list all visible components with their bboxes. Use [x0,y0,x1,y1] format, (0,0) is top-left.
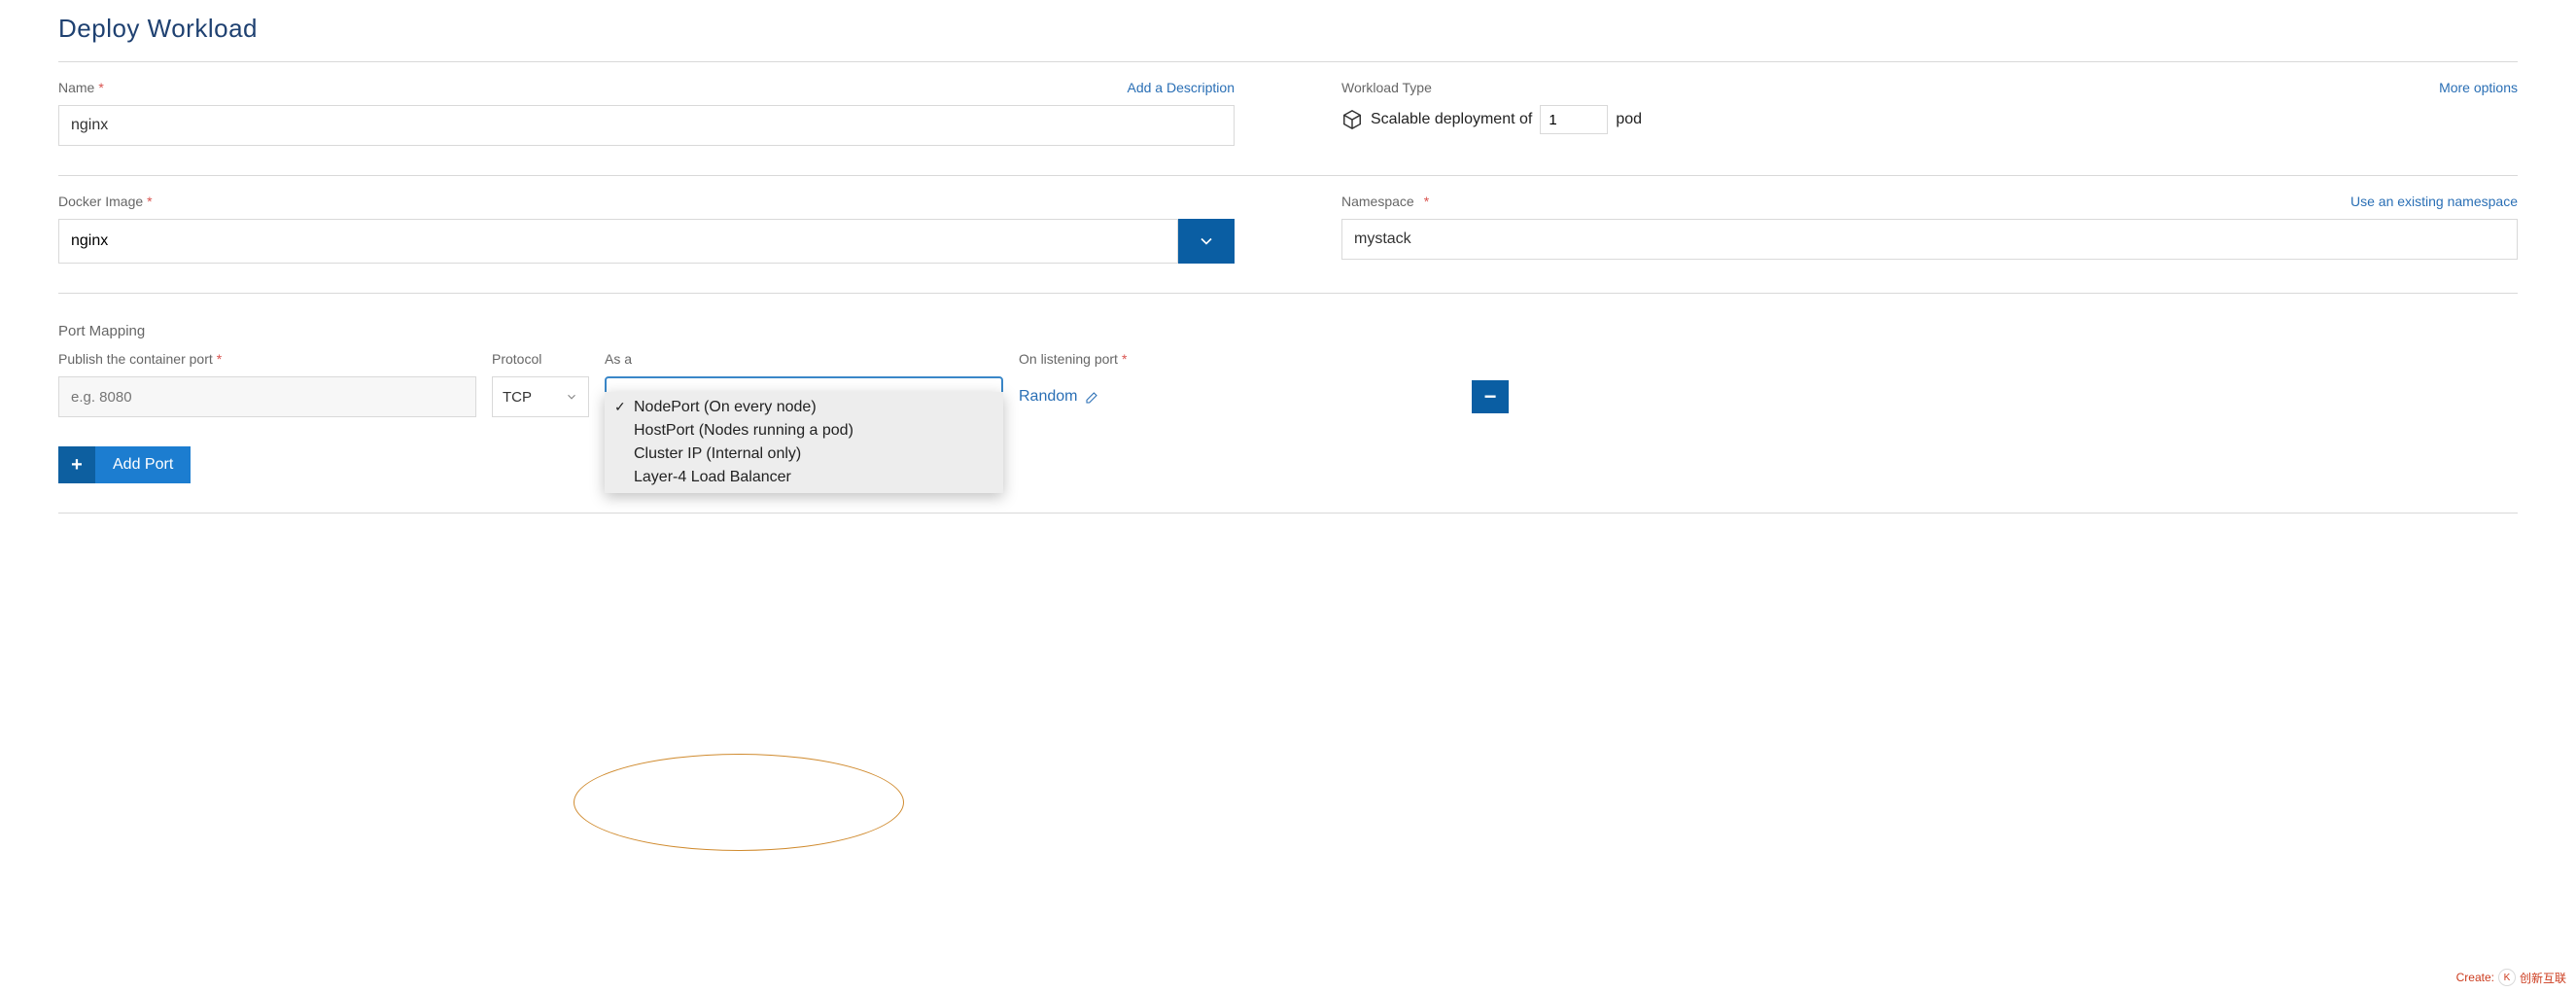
divider [58,513,2518,514]
divider [58,175,2518,176]
pod-count-input[interactable] [1540,105,1608,134]
chevron-down-icon [1197,231,1216,251]
name-label: Name* [58,80,104,95]
container-port-input[interactable] [58,376,476,417]
annotation-highlight-oval [574,754,904,851]
workload-type-label: Workload Type [1341,80,1432,95]
deployment-cube-icon [1341,109,1363,130]
workload-type-suffix: pod [1616,111,1642,128]
add-port-label: Add Port [95,446,191,483]
protocol-value: TCP [503,389,532,406]
docker-image-input[interactable] [58,219,1178,264]
listening-port-value[interactable]: Random [1019,388,1077,406]
docker-image-dropdown-button[interactable] [1178,219,1235,264]
as-a-option-hostport[interactable]: HostPort (Nodes running a pod) [605,419,1003,443]
divider [58,293,2518,294]
plus-icon: + [58,446,95,483]
chevron-down-icon [565,390,578,404]
as-a-option-l4lb[interactable]: Layer-4 Load Balancer [605,466,1003,489]
as-a-label: As a [605,351,1003,367]
namespace-label: Namespace* [1341,194,1429,209]
remove-port-button[interactable]: − [1472,380,1509,413]
as-a-dropdown: NodePort (On every node) HostPort (Nodes… [605,392,1003,493]
port-mapping-label: Port Mapping [58,323,2518,339]
watermark-badge-icon: K [2498,969,2516,986]
use-existing-namespace-link[interactable]: Use an existing namespace [2350,194,2518,209]
publish-port-label: Publish the container port* [58,351,476,367]
page-title: Deploy Workload [58,14,2518,44]
namespace-input[interactable] [1341,219,2518,260]
protocol-label: Protocol [492,351,589,367]
divider [58,61,2518,62]
as-a-option-nodeport[interactable]: NodePort (On every node) [605,396,1003,419]
as-a-option-clusterip[interactable]: Cluster IP (Internal only) [605,443,1003,466]
docker-image-label: Docker Image* [58,194,153,209]
on-listening-port-label: On listening port* [1019,351,1456,367]
pencil-icon[interactable] [1085,389,1100,405]
add-port-button[interactable]: + Add Port [58,446,191,483]
name-input[interactable] [58,105,1235,146]
add-description-link[interactable]: Add a Description [1127,80,1235,95]
more-options-link[interactable]: More options [2439,80,2518,95]
protocol-select[interactable]: TCP [492,376,589,417]
watermark: Create: K 创新互联 [2456,969,2566,986]
workload-type-prefix: Scalable deployment of [1371,111,1532,128]
